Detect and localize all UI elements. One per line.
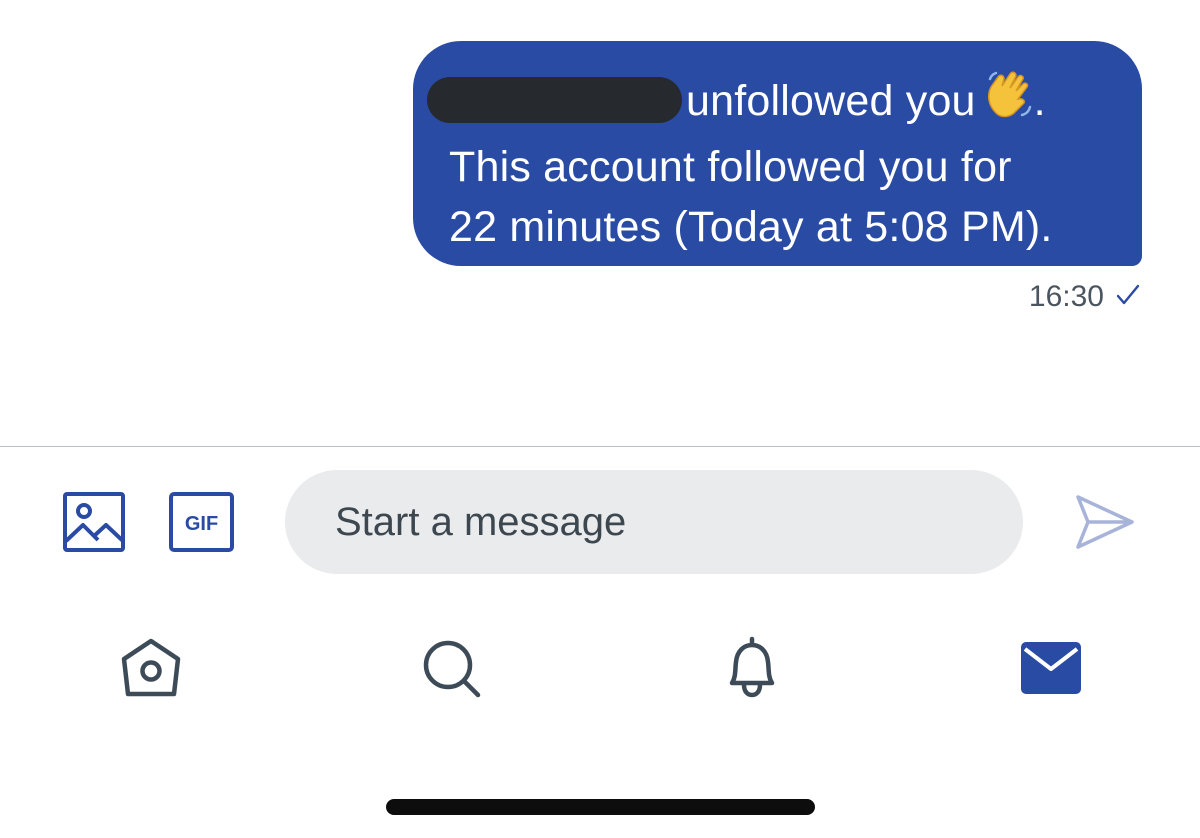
mail-icon	[1020, 642, 1082, 700]
message-meta: 16:30	[1029, 280, 1140, 314]
home-indicator	[386, 799, 815, 815]
message-bubble[interactable]: unfollowed you . This account followed y…	[413, 41, 1142, 266]
send-icon[interactable]	[1072, 489, 1138, 560]
check-icon	[1116, 280, 1140, 314]
message-line-3: 22 minutes (Today at 5:08 PM).	[449, 203, 1053, 251]
tab-notifications[interactable]	[720, 635, 784, 704]
gif-label: GIF	[185, 513, 218, 535]
message-input[interactable]	[285, 470, 1023, 574]
message-line-1-text: unfollowed you	[686, 77, 976, 125]
message-line-1-end: .	[1033, 77, 1046, 125]
gif-icon[interactable]: GIF	[168, 491, 235, 558]
image-icon[interactable]	[62, 491, 126, 558]
message-line-1: unfollowed you .	[427, 69, 1122, 137]
composer-divider	[0, 446, 1200, 447]
redacted-username	[427, 77, 682, 123]
tab-home[interactable]	[118, 637, 184, 704]
message-timestamp: 16:30	[1028, 280, 1104, 313]
home-icon	[118, 638, 184, 703]
message-line-2: This account followed you for	[449, 143, 1012, 191]
search-icon	[421, 640, 483, 704]
tab-search[interactable]	[421, 638, 483, 705]
waving-hand-icon	[982, 69, 1034, 137]
dm-conversation-screen: unfollowed you . This account followed y…	[0, 0, 1200, 838]
tab-messages[interactable]	[1020, 640, 1082, 701]
bell-icon	[720, 636, 784, 703]
